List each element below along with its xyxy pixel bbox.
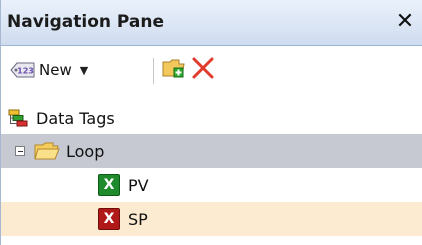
tree-item-label: PV xyxy=(128,175,149,195)
tree-folder-label: Loop xyxy=(66,141,105,161)
excel-red-icon: X xyxy=(98,208,120,230)
delete-x-icon xyxy=(192,57,214,79)
chevron-down-icon[interactable]: ▼ xyxy=(80,64,88,77)
tag-icon: 123 xyxy=(10,62,35,78)
collapse-toggle[interactable] xyxy=(15,146,25,156)
new-button-label: New xyxy=(39,61,72,79)
toolbar-separator xyxy=(153,58,154,84)
add-folder-button[interactable] xyxy=(162,57,186,79)
excel-green-icon: X xyxy=(98,174,120,196)
tree-folder-item[interactable]: Loop xyxy=(1,134,422,168)
close-icon: ✕ xyxy=(395,8,415,34)
pane-title-bar: Navigation Pane ✕ xyxy=(1,0,422,46)
tree-item-label: SP xyxy=(128,209,148,229)
close-button[interactable]: ✕ xyxy=(394,8,416,34)
new-button[interactable]: 123 New ▼ xyxy=(10,57,88,83)
data-tags-icon xyxy=(8,109,28,127)
tree-item-sp[interactable]: X SP xyxy=(1,202,422,236)
delete-button[interactable] xyxy=(190,55,216,81)
svg-text:123: 123 xyxy=(17,67,34,76)
folder-icon xyxy=(34,142,60,160)
navigation-pane: Navigation Pane ✕ 123 New ▼ Data Tags Lo… xyxy=(0,0,422,245)
add-folder-icon xyxy=(162,59,185,78)
tree-root-item[interactable]: Data Tags xyxy=(1,101,422,135)
tree-item-pv[interactable]: X PV xyxy=(1,168,422,202)
pane-title: Navigation Pane xyxy=(7,12,165,32)
tree-root-label: Data Tags xyxy=(36,108,115,128)
toolbar: 123 New ▼ xyxy=(1,46,422,96)
